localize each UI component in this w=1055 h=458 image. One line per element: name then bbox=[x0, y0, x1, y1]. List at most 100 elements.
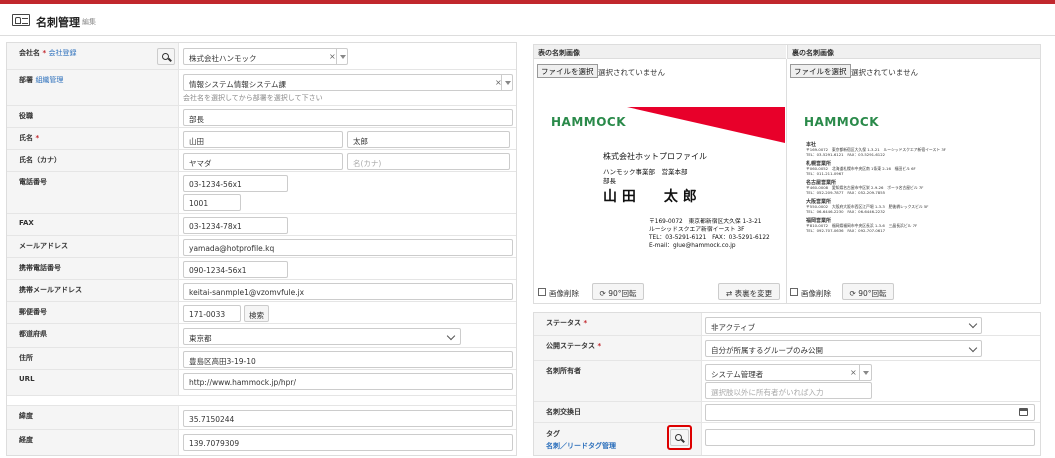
front-delete-checkbox[interactable] bbox=[538, 288, 546, 296]
first-kana-input[interactable]: 名(カナ) bbox=[347, 153, 510, 170]
front-image-title: 表の名刺画像 bbox=[534, 45, 786, 59]
calendar-icon[interactable] bbox=[1019, 408, 1028, 416]
office-tel: TEL：011-211-0967 bbox=[806, 171, 844, 176]
tag-input[interactable] bbox=[705, 429, 1035, 446]
publish-label: 公開ステータス bbox=[546, 342, 595, 350]
kana-row: 氏名（カナ） ヤマダ 名(カナ) bbox=[7, 150, 516, 172]
page-subtitle: 編集 bbox=[82, 18, 96, 26]
contact-form-panel: 会社名 * 会社登録 株式会社ハンモック × 部署 組織管理 情報システム情報シ… bbox=[6, 42, 517, 456]
last-kana-input[interactable]: ヤマダ bbox=[183, 153, 343, 170]
clear-icon[interactable]: × bbox=[850, 368, 857, 377]
swap-front-back-button[interactable]: ⇄ 表裏を変更 bbox=[718, 283, 780, 300]
rotate-label: 90°回転 bbox=[608, 289, 637, 298]
business-card-icon bbox=[12, 14, 30, 26]
office-tel: TEL：052-209-7877 FAX：052-209-7855 bbox=[806, 190, 886, 195]
fax-input[interactable]: 03-1234-78x1 bbox=[183, 217, 288, 234]
mobile-email-label: 携帯メールアドレス bbox=[7, 280, 179, 301]
mobile-email-input[interactable]: keitai-sanmple1@vzomvfule.jx bbox=[183, 283, 513, 300]
address-input[interactable]: 豊島区高田3-19-10 bbox=[183, 351, 513, 368]
status-select[interactable]: 非アクティブ bbox=[705, 317, 982, 334]
rotate-icon: ⟳ bbox=[849, 289, 856, 298]
department-select[interactable]: 情報システム情報システム課 bbox=[183, 74, 513, 91]
owner-free-input[interactable]: 選択肢以外に所有者がいれば入力 bbox=[705, 382, 872, 399]
exchange-date-label: 名刺交換日 bbox=[534, 402, 702, 422]
chevron-down-icon[interactable] bbox=[859, 364, 871, 381]
department-row: 部署 組織管理 情報システム情報システム課 × 会社名を選択してから部署を選択し… bbox=[7, 70, 516, 106]
owner-select[interactable]: システム管理者 bbox=[705, 364, 872, 381]
company-label: 会社名 bbox=[19, 49, 40, 57]
divider bbox=[786, 59, 787, 303]
page-title: 名刺管理 bbox=[36, 16, 80, 29]
phone-input[interactable]: 03-1234-56x1 bbox=[183, 175, 288, 192]
latitude-input[interactable]: 35.7150244 bbox=[183, 410, 513, 427]
card-images-panel: 表の名刺画像 裏の名刺画像 ファイルを選択 選択されていません ファイルを選択 … bbox=[533, 44, 1041, 304]
highlight-box bbox=[667, 425, 692, 450]
name-label: 氏名 bbox=[19, 134, 33, 142]
mobile-input[interactable]: 090-1234-56x1 bbox=[183, 261, 288, 278]
mobile-email-row: 携帯メールアドレス keitai-sanmple1@vzomvfule.jx bbox=[7, 280, 516, 302]
required-mark: * bbox=[42, 49, 47, 57]
phone-ext-input[interactable]: 1001 bbox=[183, 194, 241, 211]
owner-label: 名刺所有者 bbox=[534, 361, 702, 401]
company-row: 会社名 * 会社登録 株式会社ハンモック × bbox=[7, 43, 516, 70]
front-delete-label: 画像削除 bbox=[549, 289, 579, 298]
phone-row: 電話番号 03-1234-56x1 1001 bbox=[7, 172, 516, 214]
phone-label: 電話番号 bbox=[7, 172, 179, 213]
org-manage-link[interactable]: 組織管理 bbox=[35, 76, 63, 84]
email-row: メールアドレス yamada@hotprofile.kq bbox=[7, 236, 516, 258]
url-input[interactable]: http://www.hammock.jp/hpr/ bbox=[183, 373, 513, 390]
zip-row: 郵便番号 171-0033 検索 bbox=[7, 302, 516, 324]
chevron-down-icon[interactable] bbox=[501, 74, 513, 91]
position-label: 役職 bbox=[7, 106, 179, 127]
exchange-date-input[interactable] bbox=[705, 404, 1035, 421]
tag-row: タグ 名刺／リードタグ管理 bbox=[534, 423, 1040, 455]
latitude-row: 緯度 35.7150244 bbox=[7, 406, 516, 430]
back-image-title: 裏の名刺画像 bbox=[787, 45, 1040, 59]
position-row: 役職 部長 bbox=[7, 106, 516, 128]
name-row: 氏名 * 山田 太郎 bbox=[7, 128, 516, 150]
publish-select[interactable]: 自分が所属するグループのみ公開 bbox=[705, 340, 982, 357]
back-rotate-button[interactable]: ⟳ 90°回転 bbox=[842, 283, 894, 300]
back-card-lines: 本社 〒169-0072 東京都新宿区大久保 1-3-21 ルーシッドスクエア新… bbox=[806, 141, 1034, 233]
hammock-logo: HAMMOCK bbox=[551, 115, 627, 129]
back-file-button[interactable]: ファイルを選択 bbox=[790, 64, 851, 78]
office-tel: TEL：092-707-0636 FAX：092-707-0617 bbox=[806, 228, 886, 233]
swap-label: 表裏を変更 bbox=[734, 289, 773, 298]
swap-icon: ⇄ bbox=[725, 289, 733, 298]
clear-icon[interactable]: × bbox=[329, 52, 336, 61]
last-name-input[interactable]: 山田 bbox=[183, 131, 343, 148]
mobile-label: 携帯電話番号 bbox=[7, 258, 179, 279]
office-tel: TEL：06-6446-2230 FAX：06-6446-2232 bbox=[806, 209, 886, 214]
back-delete-checkbox[interactable] bbox=[790, 288, 798, 296]
department-label: 部署 bbox=[19, 76, 33, 84]
prefecture-select[interactable]: 東京都 bbox=[183, 328, 461, 345]
front-card-name: 山 田 太 郎 bbox=[603, 189, 697, 205]
status-label: ステータス bbox=[546, 319, 581, 327]
zip-input[interactable]: 171-0033 bbox=[183, 305, 241, 322]
position-input[interactable]: 部長 bbox=[183, 109, 513, 126]
hammock-logo: HAMMOCK bbox=[804, 115, 880, 129]
company-select[interactable]: 株式会社ハンモック bbox=[183, 48, 348, 65]
front-file-button[interactable]: ファイルを選択 bbox=[537, 64, 598, 78]
status-panel: ステータス * 非アクティブ 公開ステータス * 自分が所属するグループのみ公開… bbox=[533, 312, 1041, 456]
zip-search-button[interactable]: 検索 bbox=[244, 305, 269, 322]
email-input[interactable]: yamada@hotprofile.kq bbox=[183, 239, 513, 256]
fax-label: FAX bbox=[7, 214, 179, 235]
department-hint: 会社名を選択してから部署を選択して下さい bbox=[183, 94, 323, 102]
first-name-input[interactable]: 太郎 bbox=[347, 131, 510, 148]
rotate-label: 90°回転 bbox=[858, 289, 887, 298]
required-mark: * bbox=[583, 319, 588, 327]
company-register-link[interactable]: 会社登録 bbox=[49, 49, 77, 57]
front-card-mail: E-mail：glue@hammock.co.jp bbox=[649, 243, 736, 249]
publish-row: 公開ステータス * 自分が所属するグループのみ公開 bbox=[534, 336, 1040, 361]
front-rotate-button[interactable]: ⟳ 90°回転 bbox=[592, 283, 644, 300]
chevron-down-icon[interactable] bbox=[336, 48, 348, 65]
rotate-icon: ⟳ bbox=[599, 289, 606, 298]
required-mark: * bbox=[597, 342, 602, 350]
longitude-input[interactable]: 139.7079309 bbox=[183, 434, 513, 451]
front-card-company: 株式会社ホットプロファイル bbox=[603, 152, 707, 161]
company-search-button[interactable] bbox=[157, 48, 175, 65]
latitude-label: 緯度 bbox=[7, 406, 179, 429]
email-label: メールアドレス bbox=[7, 236, 179, 257]
fax-row: FAX 03-1234-78x1 bbox=[7, 214, 516, 236]
